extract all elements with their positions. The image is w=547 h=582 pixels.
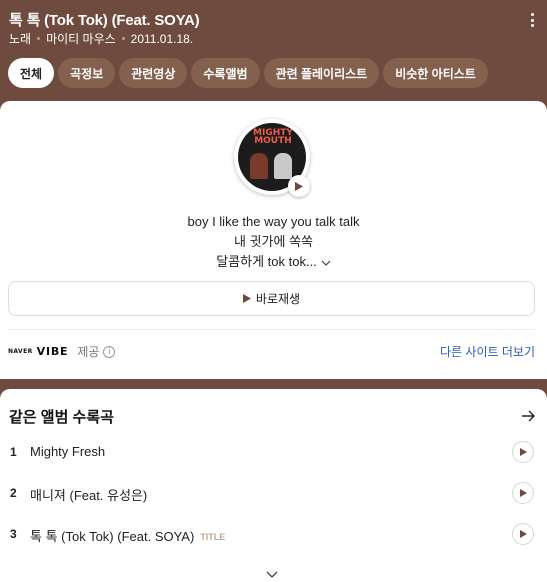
- play-icon: [520, 448, 527, 456]
- naver-logo: NAVER: [8, 348, 33, 355]
- track-play-button[interactable]: [512, 523, 534, 545]
- track-row[interactable]: 2 매니져 (Feat. 유성은): [0, 474, 547, 514]
- tab-albums[interactable]: 수록앨범: [191, 58, 260, 88]
- more-options-icon[interactable]: [531, 13, 535, 27]
- album-figure: [250, 153, 268, 179]
- other-sites-link[interactable]: 다른 사이트 더보기: [440, 343, 535, 360]
- track-number: 2: [10, 486, 17, 500]
- tab-song-info[interactable]: 곡정보: [58, 58, 116, 88]
- track-number: 1: [10, 445, 17, 459]
- album-art[interactable]: MIGHTY MOUTH: [234, 119, 310, 197]
- meta-type: 노래: [9, 32, 32, 46]
- meta-separator: [37, 37, 41, 40]
- tab-related-playlists[interactable]: 관련 플레이리스트: [263, 58, 380, 88]
- lyrics-line: 달콤하게 tok tok...: [216, 254, 317, 269]
- provided-label: 제공: [77, 345, 100, 359]
- song-header: 톡 톡 (Tok Tok) (Feat. SOYA) 노래 마이티 마우스 20…: [0, 0, 547, 101]
- arrow-right-icon[interactable]: [521, 410, 535, 422]
- track-play-button[interactable]: [512, 482, 534, 504]
- tab-related-videos[interactable]: 관련영상: [119, 58, 188, 88]
- info-icon[interactable]: i: [103, 345, 116, 358]
- tab-bar: 전체 곡정보 관련영상 수록앨범 관련 플레이리스트 비슷한 아티스트: [8, 58, 488, 88]
- play-icon: [520, 489, 527, 497]
- lyrics-line: 내 귓가에 쏙쏙: [234, 234, 313, 249]
- play-icon: [242, 294, 251, 303]
- track-row[interactable]: 3 톡 톡 (Tok Tok) (Feat. SOYA) TITLE: [0, 515, 547, 555]
- song-title: 톡 톡 (Tok Tok) (Feat. SOYA): [9, 12, 200, 29]
- album-figure: [274, 153, 292, 179]
- play-now-label: 바로재생: [255, 292, 301, 306]
- play-icon: [520, 530, 527, 538]
- lyrics-preview: boy I like the way you talk talk 내 귓가에 쏙…: [0, 212, 547, 272]
- meta-date: 2011.01.18.: [130, 31, 194, 46]
- track-name[interactable]: Mighty Fresh: [30, 444, 105, 459]
- track-name-text: 톡 톡 (Tok Tok) (Feat. SOYA): [30, 529, 195, 544]
- meta-artist[interactable]: 마이티 마우스: [46, 30, 116, 47]
- song-meta: 노래 마이티 마우스 2011.01.18.: [9, 30, 193, 47]
- vibe-logo: VIBE: [36, 345, 69, 358]
- provider-info: NAVER VIBE 제공 i: [8, 343, 116, 360]
- lyrics-line: boy I like the way you talk talk: [187, 214, 360, 229]
- tab-similar-artists[interactable]: 비슷한 아티스트: [383, 58, 488, 88]
- play-now-button[interactable]: 바로재생: [8, 281, 535, 316]
- lyrics-line-expand[interactable]: 달콤하게 tok tok...: [0, 252, 547, 272]
- album-play-icon[interactable]: [288, 175, 310, 197]
- track-name[interactable]: 매니져 (Feat. 유성은): [30, 485, 147, 504]
- divider: [8, 329, 535, 330]
- song-card: MIGHTY MOUTH boy I like the way you talk …: [0, 101, 547, 379]
- tab-all[interactable]: 전체: [8, 58, 55, 88]
- track-number: 3: [10, 527, 17, 541]
- album-logo: MIGHTY MOUTH: [253, 128, 293, 146]
- track-row[interactable]: 1 Mighty Fresh: [0, 433, 547, 473]
- same-album-tracks-card: 같은 앨범 수록곡 1 Mighty Fresh 2 매니져 (Feat. 유성…: [0, 389, 547, 582]
- track-play-button[interactable]: [512, 441, 534, 463]
- chevron-down-icon[interactable]: [266, 571, 278, 579]
- section-title: 같은 앨범 수록곡: [9, 409, 114, 426]
- chevron-down-icon[interactable]: [321, 258, 331, 268]
- track-name[interactable]: 톡 톡 (Tok Tok) (Feat. SOYA) TITLE: [30, 526, 225, 545]
- title-badge: TITLE: [200, 532, 226, 542]
- meta-separator: [121, 37, 125, 40]
